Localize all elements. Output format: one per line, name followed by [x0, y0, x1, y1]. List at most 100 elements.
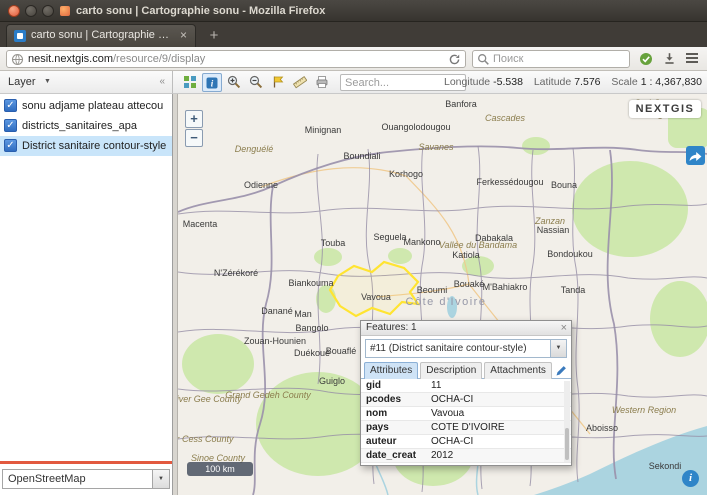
- downloads-button[interactable]: [659, 50, 679, 68]
- firefox-window: carto sonu | Cartographie sonu - Mozilla…: [0, 0, 707, 495]
- page-globe-icon: [11, 53, 24, 71]
- attribute-table: gid11pcodesOCHA-CInomVavouapaysCOTE D'IV…: [361, 379, 571, 463]
- scale-value: 1 : 4,367,830: [641, 76, 702, 88]
- attribute-row: nomVavoua: [361, 407, 571, 421]
- edit-feature-button[interactable]: [555, 364, 570, 379]
- bookmark-tool-button[interactable]: [268, 73, 288, 92]
- panel-divider: [0, 461, 172, 464]
- popup-close-icon[interactable]: ×: [561, 321, 567, 335]
- url-path: /resource/9/display: [113, 53, 205, 65]
- layers-panel-title: Layer: [8, 71, 36, 93]
- popup-tab-attachments[interactable]: Attachments: [484, 362, 552, 379]
- map-area[interactable]: BanforaCascadesSud-OuestRegionMinignanOu…: [178, 94, 707, 495]
- addon-icon: [639, 52, 653, 66]
- addon-button[interactable]: [636, 50, 656, 68]
- tab-title: carto sonu | Cartographie sonu: [31, 25, 173, 46]
- window-maximize-button[interactable]: [42, 5, 54, 17]
- hamburger-menu-icon: [685, 52, 699, 64]
- menu-button[interactable]: [682, 50, 702, 68]
- basemap-label: OpenStreetMap: [8, 470, 86, 488]
- layer-checkbox[interactable]: ✓: [4, 119, 17, 132]
- share-button[interactable]: [686, 146, 705, 165]
- attribute-row: pcodesOCHA-CI: [361, 393, 571, 407]
- attribute-value: 11: [431, 379, 441, 392]
- window-minimize-button[interactable]: [25, 5, 37, 17]
- bookmark-flag-icon: [271, 75, 285, 89]
- feature-selector-dropdown-icon[interactable]: ▼: [550, 340, 566, 357]
- basemap-select[interactable]: OpenStreetMap ▼: [2, 469, 170, 489]
- browser-search-input[interactable]: [493, 51, 623, 67]
- edit-pencil-icon: [555, 364, 568, 377]
- popup-tab-attributes[interactable]: Attributes: [364, 362, 418, 379]
- layers-list: ✓ sonu adjame plateau attecou ✓ districts_s…: [0, 96, 172, 156]
- scale-bar: 100 km: [187, 462, 253, 476]
- basemap-dropdown-icon[interactable]: ▼: [152, 470, 169, 488]
- layer-item[interactable]: ✓ District sanitaire contour-style: [0, 136, 172, 156]
- window-icon: [60, 6, 70, 16]
- latitude-value: 7.576: [574, 76, 600, 88]
- window-close-button[interactable]: [8, 5, 20, 17]
- popup-header[interactable]: Features: 1 ×: [361, 321, 571, 336]
- layer-item[interactable]: ✓ sonu adjame plateau attecou: [0, 96, 172, 116]
- attribute-key: gid: [361, 379, 431, 392]
- feature-selector[interactable]: #11 (District sanitaire contour-style) ▼: [365, 339, 567, 358]
- new-tab-button[interactable]: +: [201, 27, 227, 46]
- browser-tab[interactable]: carto sonu | Cartographie sonu ×: [6, 24, 196, 47]
- layer-item[interactable]: ✓ districts_sanitaires_apa: [0, 116, 172, 136]
- popup-scrollbar-thumb[interactable]: [565, 428, 569, 460]
- info-button[interactable]: i: [682, 470, 699, 487]
- map-status-bar: Longitude-5.538 Latitude7.576 Scale1 : 4…: [436, 71, 702, 93]
- attribute-value: 2012: [431, 449, 453, 462]
- layer-checkbox[interactable]: ✓: [4, 139, 17, 152]
- features-popup[interactable]: Features: 1 × #11 (District sanitaire co…: [360, 320, 572, 466]
- share-arrow-icon: [686, 146, 705, 165]
- reload-icon[interactable]: [448, 53, 462, 66]
- popup-tab-description[interactable]: Description: [420, 362, 482, 379]
- longitude-label: Longitude: [444, 76, 490, 88]
- latitude-label: Latitude: [534, 76, 571, 88]
- attribute-value: Vavoua: [431, 407, 464, 420]
- browser-search-bar[interactable]: [472, 50, 630, 68]
- layers-panel-header[interactable]: Layer ▼ «: [0, 71, 173, 94]
- zoom-out-tool-button[interactable]: [246, 73, 266, 92]
- tab-bar: carto sonu | Cartographie sonu × +: [0, 22, 707, 47]
- layer-label: districts_sanitaires_apa: [22, 120, 137, 132]
- download-icon: [663, 52, 676, 65]
- attribute-row: gid11: [361, 379, 571, 393]
- longitude-value: -5.538: [493, 76, 523, 88]
- layer-checkbox[interactable]: ✓: [4, 99, 17, 112]
- zoom-in-tool-button[interactable]: [224, 73, 244, 92]
- identify-icon: i: [205, 76, 219, 90]
- layer-label: District sanitaire contour-style: [22, 140, 166, 152]
- url-domain: nesit.nextgis.com: [28, 53, 113, 65]
- map-toolbar: i Longitude-5.538 Latitude7.576 Scale1 :…: [173, 71, 707, 94]
- attribute-row: date_creat2012: [361, 449, 571, 463]
- zoom-out-icon: [249, 75, 263, 89]
- measure-tool-button[interactable]: [290, 73, 310, 92]
- nextgis-logo[interactable]: NEXTGIS: [629, 100, 701, 118]
- print-tool-button[interactable]: [312, 73, 332, 92]
- popup-title: Features: 1: [366, 321, 417, 335]
- attribute-row: auteurOCHA-CI: [361, 435, 571, 449]
- popup-scrollbar[interactable]: [564, 381, 570, 462]
- attribute-row: paysCOTE D'IVOIRE: [361, 421, 571, 435]
- measure-ruler-icon: [293, 75, 307, 89]
- layer-label: sonu adjame plateau attecou: [22, 100, 163, 112]
- window-titlebar[interactable]: carto sonu | Cartographie sonu - Mozilla…: [0, 0, 707, 22]
- attribute-key: nom: [361, 407, 431, 420]
- attribute-key: date_creat: [361, 449, 431, 462]
- navigation-bar: nesit.nextgis.com/resource/9/display: [0, 47, 707, 71]
- panel-collapse-icon[interactable]: «: [159, 71, 165, 93]
- url-bar[interactable]: nesit.nextgis.com/resource/9/display: [6, 50, 466, 68]
- tab-close-icon[interactable]: ×: [176, 28, 191, 43]
- url-text: nesit.nextgis.com/resource/9/display: [28, 51, 205, 67]
- popup-tabs: AttributesDescriptionAttachments: [361, 361, 571, 379]
- attribute-key: pays: [361, 421, 431, 434]
- identify-tool-button[interactable]: i: [202, 73, 222, 92]
- window-title: carto sonu | Cartographie sonu - Mozilla…: [76, 0, 325, 22]
- zoom-in-icon: [227, 75, 241, 89]
- map-zoom-in-button[interactable]: +: [185, 110, 203, 128]
- attribute-value: OCHA-CI: [431, 435, 473, 448]
- full-extent-button[interactable]: [180, 73, 200, 92]
- map-zoom-out-button[interactable]: −: [185, 129, 203, 147]
